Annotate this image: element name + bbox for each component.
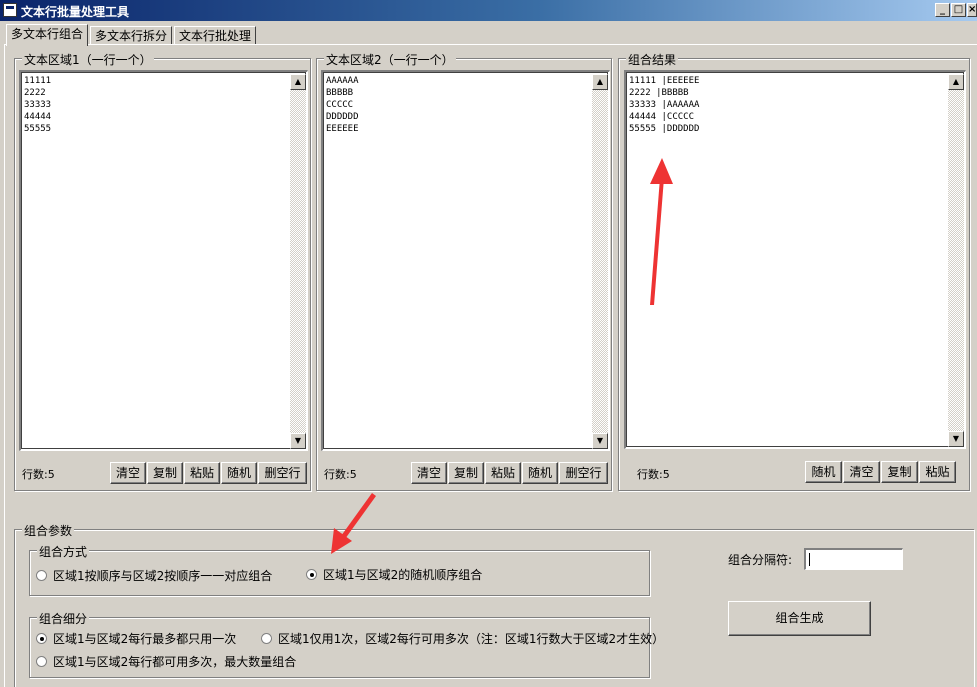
maximize-button[interactable]: □ bbox=[951, 3, 966, 17]
area1-random-button[interactable]: 随机 bbox=[221, 462, 257, 484]
detail-option-area2-multi[interactable]: 区域1仅用1次，区域2每行可用多次（注：区域1行数大于区域2才生效） bbox=[261, 630, 664, 647]
text-area1-input[interactable]: 11111 2222 33333 44444 55555 ▲ ▼ bbox=[19, 70, 308, 451]
text-area2-line-count: 行数:5 bbox=[324, 468, 357, 481]
area1-copy-button[interactable]: 复制 bbox=[147, 462, 183, 484]
tab-multi-line-combine[interactable]: 多文本行组合 bbox=[6, 24, 89, 46]
text-area1-title: 文本区域1（一行一个） bbox=[22, 51, 154, 68]
params-title: 组合参数 bbox=[22, 522, 75, 539]
scroll-down-icon[interactable]: ▼ bbox=[948, 431, 964, 447]
tab-line-batch[interactable]: 文本行批处理 bbox=[174, 26, 257, 45]
area2-paste-button[interactable]: 粘贴 bbox=[485, 462, 521, 484]
result-random-button[interactable]: 随机 bbox=[805, 461, 842, 483]
separator-label: 组合分隔符: bbox=[728, 553, 793, 567]
scroll-up-icon[interactable]: ▲ bbox=[592, 74, 608, 90]
detail-title: 组合细分 bbox=[37, 610, 90, 627]
scroll-up-icon[interactable]: ▲ bbox=[290, 74, 306, 90]
area1-paste-button[interactable]: 粘贴 bbox=[184, 462, 220, 484]
window-title: 文本行批量处理工具 bbox=[21, 5, 130, 19]
detail-group: 组合细分 区域1与区域2每行最多都只用一次 区域1仅用1次，区域2每行可用多次（… bbox=[29, 610, 664, 678]
params-group: 组合参数 组合方式 区域1按顺序与区域2按顺序一一对应组合 区域1与区域2的随机… bbox=[14, 522, 974, 687]
mode-title: 组合方式 bbox=[37, 543, 90, 560]
result-line-count: 行数:5 bbox=[637, 468, 670, 481]
area2-clear-button[interactable]: 清空 bbox=[411, 462, 447, 484]
mode-option-sequential[interactable]: 区域1按顺序与区域2按顺序一一对应组合 bbox=[36, 567, 272, 584]
app-icon bbox=[3, 3, 17, 17]
mode-option-random[interactable]: 区域1与区域2的随机顺序组合 bbox=[306, 566, 482, 583]
detail-option-once[interactable]: 区域1与区域2每行最多都只用一次 bbox=[36, 630, 236, 647]
result-lines: 11111 |EEEEEE 2222 |BBBBB 33333 |AAAAAA … bbox=[629, 76, 700, 134]
result-clear-button[interactable]: 清空 bbox=[843, 461, 880, 483]
text-area1-lines: 11111 2222 33333 44444 55555 bbox=[24, 76, 52, 134]
text-area2-title: 文本区域2（一行一个） bbox=[324, 51, 456, 68]
radio-selected-icon[interactable] bbox=[36, 633, 47, 644]
result-output[interactable]: 11111 |EEEEEE 2222 |BBBBB 33333 |AAAAAA … bbox=[624, 70, 966, 449]
text-area2-scrollbar[interactable]: ▲ ▼ bbox=[592, 74, 608, 449]
radio-icon[interactable] bbox=[36, 570, 47, 581]
separator-input[interactable] bbox=[804, 548, 903, 570]
area2-random-button[interactable]: 随机 bbox=[522, 462, 558, 484]
result-group: 组合结果 11111 |EEEEEE 2222 |BBBBB 33333 |AA… bbox=[618, 51, 970, 491]
area2-remove-empty-lines-button[interactable]: 删空行 bbox=[559, 462, 608, 484]
text-caret bbox=[809, 553, 810, 566]
close-button[interactable]: × bbox=[967, 3, 977, 17]
text-area1-group: 文本区域1（一行一个） 11111 2222 33333 44444 55555… bbox=[14, 51, 311, 491]
text-area2-group: 文本区域2（一行一个） AAAAAA BBBBB CCCCC DDDDDD EE… bbox=[316, 51, 612, 491]
radio-selected-icon[interactable] bbox=[306, 569, 317, 580]
tab-multi-line-split[interactable]: 多文本行拆分 bbox=[90, 26, 173, 45]
radio-icon[interactable] bbox=[261, 633, 272, 644]
text-area1-scrollbar[interactable]: ▲ ▼ bbox=[290, 74, 306, 449]
text-area2-input[interactable]: AAAAAA BBBBB CCCCC DDDDDD EEEEEE ▲ ▼ bbox=[321, 70, 610, 451]
scroll-down-icon[interactable]: ▼ bbox=[592, 433, 608, 449]
area1-remove-empty-lines-button[interactable]: 删空行 bbox=[258, 462, 307, 484]
text-area1-line-count: 行数:5 bbox=[22, 468, 55, 481]
result-paste-button[interactable]: 粘贴 bbox=[919, 461, 956, 483]
result-title: 组合结果 bbox=[626, 51, 679, 68]
text-area2-lines: AAAAAA BBBBB CCCCC DDDDDD EEEEEE bbox=[326, 76, 359, 134]
result-scrollbar[interactable]: ▲ ▼ bbox=[948, 74, 964, 447]
mode-group: 组合方式 区域1按顺序与区域2按顺序一一对应组合 区域1与区域2的随机顺序组合 bbox=[29, 543, 650, 596]
detail-option-max[interactable]: 区域1与区域2每行都可用多次，最大数量组合 bbox=[36, 653, 296, 670]
area2-copy-button[interactable]: 复制 bbox=[448, 462, 484, 484]
title-bar: 文本行批量处理工具 _ □ × bbox=[0, 0, 977, 21]
scroll-down-icon[interactable]: ▼ bbox=[290, 433, 306, 449]
minimize-button[interactable]: _ bbox=[935, 3, 950, 17]
generate-button[interactable]: 组合生成 bbox=[728, 601, 871, 636]
result-copy-button[interactable]: 复制 bbox=[881, 461, 918, 483]
scroll-up-icon[interactable]: ▲ bbox=[948, 74, 964, 90]
area1-clear-button[interactable]: 清空 bbox=[110, 462, 146, 484]
radio-icon[interactable] bbox=[36, 656, 47, 667]
